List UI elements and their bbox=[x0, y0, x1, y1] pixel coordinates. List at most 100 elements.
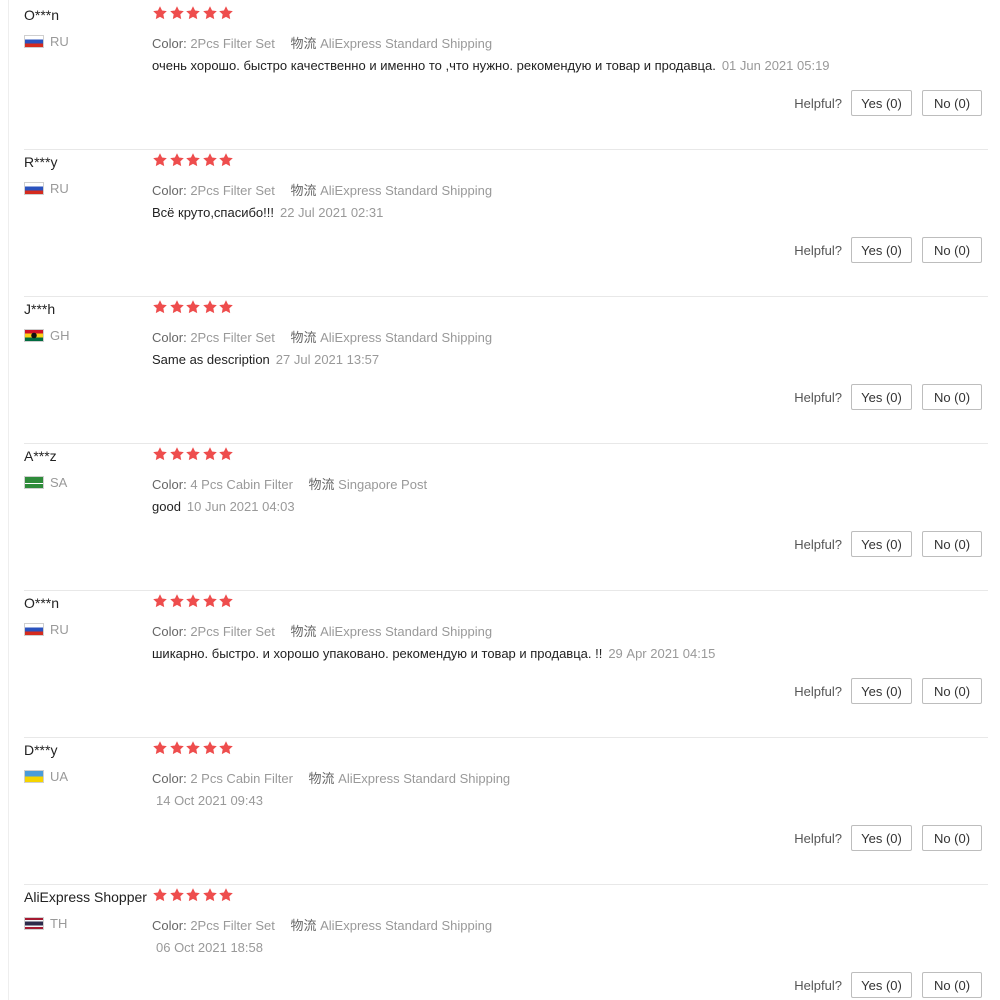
country-code: RU bbox=[50, 622, 69, 637]
helpful-yes-button[interactable]: Yes (0) bbox=[851, 678, 912, 704]
shipping-label: 物流 bbox=[290, 624, 317, 639]
star-icon bbox=[153, 6, 167, 20]
helpful-yes-button[interactable]: Yes (0) bbox=[851, 90, 912, 116]
review-date: 29 Apr 2021 04:15 bbox=[608, 646, 716, 661]
review-item-5: O***n RU Color: 2Pcs Filter Set 物流 AliEx… bbox=[0, 591, 1000, 738]
star-icon bbox=[153, 447, 167, 461]
helpful-yes-button[interactable]: Yes (0) bbox=[851, 531, 912, 557]
helpful-label: Helpful? bbox=[794, 389, 842, 405]
color-value: 2Pcs Filter Set bbox=[190, 330, 275, 345]
star-rating bbox=[152, 740, 235, 756]
helpful-yes-button[interactable]: Yes (0) bbox=[851, 237, 912, 263]
country-code: SA bbox=[50, 475, 68, 490]
helpful-no-button[interactable]: No (0) bbox=[922, 237, 982, 263]
helpful-yes-button[interactable]: Yes (0) bbox=[851, 825, 912, 851]
star-icon bbox=[186, 153, 200, 167]
star-icon bbox=[169, 447, 184, 461]
review-date: 10 Jun 2021 04:03 bbox=[186, 499, 295, 514]
review-meta: Color: 2Pcs Filter Set 物流 AliExpress Sta… bbox=[152, 621, 504, 640]
color-value: 4 Pcs Cabin Filter bbox=[190, 477, 293, 492]
buyer-name: O***n bbox=[24, 595, 60, 611]
shipping-value: AliExpress Standard Shipping bbox=[320, 36, 493, 51]
buyer-name: A***z bbox=[24, 448, 57, 464]
color-value: 2 Pcs Cabin Filter bbox=[190, 771, 293, 786]
helpful-yes-button[interactable]: Yes (0) bbox=[851, 972, 912, 998]
review-body: 06 Oct 2021 18:58 bbox=[156, 940, 263, 955]
helpful-controls: Helpful? Yes (0) No (0) bbox=[794, 384, 982, 410]
review-text: Всё круто,спасибо!!! bbox=[152, 205, 274, 220]
star-rating bbox=[152, 446, 235, 462]
star-icon bbox=[169, 6, 184, 20]
reviews-page: O***n RU Color: 2Pcs Filter Set 物流 AliEx… bbox=[0, 0, 1000, 1000]
review-text: Same as description bbox=[152, 352, 270, 367]
helpful-controls: Helpful? Yes (0) No (0) bbox=[794, 678, 982, 704]
star-icon bbox=[202, 888, 217, 902]
review-date: 01 Jun 2021 05:19 bbox=[721, 58, 830, 73]
star-icon bbox=[219, 6, 234, 20]
review-date: 27 Jul 2021 13:57 bbox=[275, 352, 380, 367]
buyer-name: R***y bbox=[24, 154, 58, 170]
star-icon bbox=[153, 741, 167, 755]
buyer-country: UA bbox=[24, 769, 68, 784]
shipping-label: 物流 bbox=[290, 36, 317, 51]
star-icon bbox=[153, 153, 167, 167]
buyer-country: RU bbox=[24, 181, 69, 196]
shipping-label: 物流 bbox=[290, 918, 317, 933]
star-icon bbox=[186, 594, 200, 608]
helpful-label: Helpful? bbox=[794, 95, 842, 111]
helpful-controls: Helpful? Yes (0) No (0) bbox=[794, 531, 982, 557]
review-body: good 10 Jun 2021 04:03 bbox=[152, 499, 295, 514]
star-icon bbox=[202, 153, 217, 167]
helpful-no-button[interactable]: No (0) bbox=[922, 90, 982, 116]
shipping-label: 物流 bbox=[290, 330, 317, 345]
helpful-no-button[interactable]: No (0) bbox=[922, 825, 982, 851]
star-icon bbox=[219, 888, 234, 902]
color-label: Color: bbox=[152, 330, 187, 345]
star-icon bbox=[219, 153, 234, 167]
shipping-value: Singapore Post bbox=[338, 477, 428, 492]
shipping-value: AliExpress Standard Shipping bbox=[320, 918, 493, 933]
shipping-value: AliExpress Standard Shipping bbox=[320, 183, 493, 198]
color-label: Color: bbox=[152, 477, 187, 492]
buyer-country: RU bbox=[24, 34, 69, 49]
star-icon bbox=[186, 888, 200, 902]
review-date: 06 Oct 2021 18:58 bbox=[156, 940, 263, 955]
star-icon bbox=[219, 300, 234, 314]
star-icon bbox=[202, 300, 217, 314]
helpful-no-button[interactable]: No (0) bbox=[922, 972, 982, 998]
country-code: UA bbox=[50, 769, 69, 784]
review-item-2: R***y RU Color: 2Pcs Filter Set 物流 AliEx… bbox=[0, 150, 1000, 297]
review-item-4: A***z SA Color: 4 Pcs Cabin Filter 物流 Si… bbox=[0, 444, 1000, 591]
helpful-label: Helpful? bbox=[794, 830, 842, 846]
star-icon bbox=[169, 888, 184, 902]
star-rating bbox=[152, 5, 235, 21]
color-label: Color: bbox=[152, 183, 187, 198]
review-text: шикарно. быстро. и хорошо упаковано. рек… bbox=[152, 646, 603, 661]
review-item-6: D***y UA Color: 2 Pcs Cabin Filter 物流 Al… bbox=[0, 738, 1000, 885]
helpful-yes-button[interactable]: Yes (0) bbox=[851, 384, 912, 410]
review-meta: Color: 2Pcs Filter Set 物流 AliExpress Sta… bbox=[152, 915, 504, 934]
shipping-value: AliExpress Standard Shipping bbox=[320, 624, 493, 639]
color-value: 2Pcs Filter Set bbox=[190, 918, 275, 933]
helpful-no-button[interactable]: No (0) bbox=[922, 384, 982, 410]
review-body: шикарно. быстро. и хорошо упаковано. рек… bbox=[152, 646, 715, 661]
star-rating bbox=[152, 887, 235, 903]
helpful-no-button[interactable]: No (0) bbox=[922, 678, 982, 704]
star-icon bbox=[219, 447, 234, 461]
star-icon bbox=[202, 447, 217, 461]
shipping-label: 物流 bbox=[308, 477, 335, 492]
review-text: очень хорошо. быстро качественно и именн… bbox=[152, 58, 716, 73]
review-item-7: AliExpress Shopper TH Color: 2Pcs Filter… bbox=[0, 885, 1000, 1000]
color-value: 2Pcs Filter Set bbox=[190, 624, 275, 639]
helpful-no-button[interactable]: No (0) bbox=[922, 531, 982, 557]
country-code: RU bbox=[50, 34, 69, 49]
helpful-controls: Helpful? Yes (0) No (0) bbox=[794, 237, 982, 263]
helpful-controls: Helpful? Yes (0) No (0) bbox=[794, 90, 982, 116]
star-icon bbox=[153, 300, 167, 314]
shipping-label: 物流 bbox=[290, 183, 317, 198]
country-code: GH bbox=[50, 328, 70, 343]
color-label: Color: bbox=[152, 918, 187, 933]
ghana-flag-icon bbox=[24, 329, 44, 342]
buyer-name: AliExpress Shopper bbox=[24, 889, 147, 905]
country-code: RU bbox=[50, 181, 69, 196]
